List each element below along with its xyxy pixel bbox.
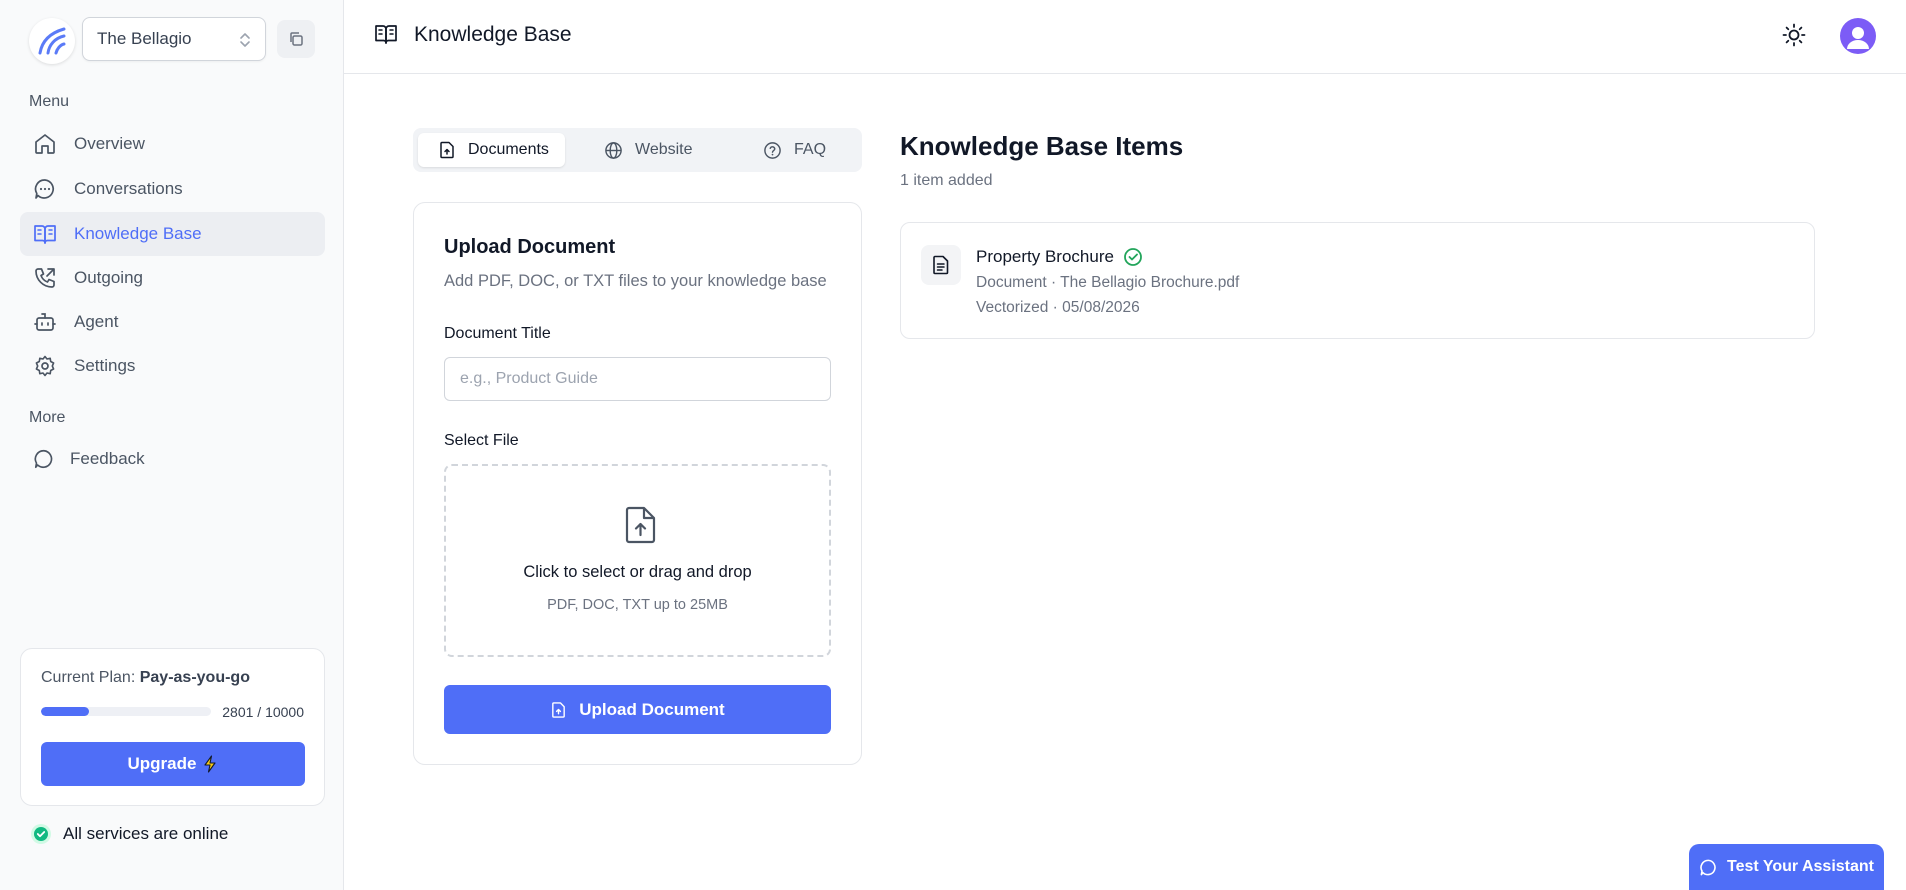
test-assistant-button[interactable]: Test Your Assistant — [1689, 844, 1884, 890]
user-icon — [1847, 27, 1869, 49]
gear-icon — [33, 354, 57, 378]
document-icon — [921, 245, 961, 285]
help-circle-icon — [764, 141, 781, 159]
globe-icon — [605, 141, 622, 159]
document-title-input[interactable] — [444, 357, 831, 401]
tab-label: Website — [635, 141, 693, 158]
check-circle-icon — [1124, 248, 1142, 266]
tab-documents[interactable]: Documents — [418, 133, 565, 167]
dropzone-instruction: Click to select or drag and drop — [523, 563, 752, 581]
file-upload-icon — [552, 701, 566, 718]
top-header: Knowledge Base — [344, 0, 1906, 74]
sidebar-item-label: Settings — [74, 356, 136, 375]
sidebar-item-label: Conversations — [74, 179, 183, 198]
page-title: Knowledge Base — [414, 23, 572, 46]
item-status: Vectorized · 05/08/2026 — [976, 299, 1140, 316]
chevron-up-down-icon — [240, 33, 250, 47]
sidebar-item-outgoing[interactable]: Outgoing — [20, 256, 325, 300]
dropzone-hint: PDF, DOC, TXT up to 25MB — [547, 597, 728, 613]
sidebar-item-label: Outgoing — [74, 268, 143, 287]
sidebar-item-knowledge-base[interactable]: Knowledge Base — [20, 212, 325, 256]
test-assistant-label: Test Your Assistant — [1727, 858, 1874, 875]
upload-card-subtitle: Add PDF, DOC, or TXT files to your knowl… — [444, 272, 827, 290]
message-circle-icon — [32, 447, 56, 471]
services-status: All services are online — [31, 824, 228, 844]
upload-document-button[interactable]: Upload Document — [444, 685, 831, 734]
chat-bubble-icon — [33, 177, 57, 201]
usage-progress-fill — [41, 707, 89, 716]
sidebar-item-label: Feedback — [70, 449, 145, 468]
item-source: Document · The Bellagio Brochure.pdf — [976, 274, 1240, 291]
current-plan-text: Current Plan: Pay-as-you-go — [41, 669, 250, 687]
upgrade-button[interactable]: Upgrade — [41, 742, 305, 786]
sidebar-item-overview[interactable]: Overview — [20, 122, 325, 166]
tab-label: Documents — [468, 141, 549, 158]
file-upload-icon — [625, 506, 656, 544]
file-upload-icon — [440, 141, 454, 159]
status-text: All services are online — [63, 824, 229, 843]
book-icon — [33, 222, 57, 246]
document-title-label: Document Title — [444, 325, 551, 342]
usage-count: 2801 / 10000 — [222, 704, 304, 720]
sidebar-item-label: Agent — [74, 312, 119, 331]
copy-icon — [290, 32, 303, 46]
upload-button-label: Upload Document — [579, 699, 725, 719]
select-file-label: Select File — [444, 432, 519, 449]
file-dropzone[interactable]: Click to select or drag and drop PDF, DO… — [444, 464, 831, 657]
items-section-title: Knowledge Base Items — [900, 131, 1184, 161]
usage-progress-bar — [41, 707, 211, 716]
sidebar-item-agent[interactable]: Agent — [20, 300, 325, 344]
sidebar-item-feedback[interactable]: Feedback — [20, 437, 325, 481]
sun-icon[interactable] — [1781, 22, 1807, 48]
more-section-label: More — [29, 409, 66, 426]
org-selector[interactable]: The Bellagio — [82, 17, 266, 61]
tab-faq[interactable]: FAQ — [713, 133, 857, 167]
upload-card-title: Upload Document — [444, 236, 616, 258]
tab-website[interactable]: Website — [568, 133, 715, 167]
org-name: The Bellagio — [97, 29, 192, 48]
home-icon — [33, 132, 57, 156]
items-count: 1 item added — [900, 172, 993, 189]
item-name: Property Brochure — [976, 247, 1143, 267]
source-tabs: Documents Website FAQ — [413, 128, 862, 172]
sidebar-item-label: Overview — [74, 134, 145, 153]
app-logo[interactable] — [29, 18, 75, 64]
book-icon — [375, 25, 397, 44]
sidebar-item-conversations[interactable]: Conversations — [20, 167, 325, 211]
logo-icon — [38, 27, 66, 55]
sidebar-item-settings[interactable]: Settings — [20, 344, 325, 388]
tab-label: FAQ — [794, 141, 827, 158]
status-check-icon — [31, 824, 51, 844]
avatar[interactable] — [1840, 18, 1876, 54]
item-title: Property Brochure — [976, 247, 1114, 266]
knowledge-item-card[interactable]: Property Brochure Document · The Bellagi… — [900, 222, 1815, 339]
upload-document-card: Upload Document Add PDF, DOC, or TXT fil… — [413, 202, 862, 765]
menu-section-label: Menu — [29, 93, 70, 110]
plan-card: Current Plan: Pay-as-you-go 2801 / 10000… — [20, 648, 325, 806]
lightning-icon — [204, 755, 217, 773]
upgrade-label: Upgrade — [127, 754, 197, 773]
sidebar: The Bellagio Menu Overview Conversations… — [0, 0, 344, 890]
plan-name: Pay-as-you-go — [139, 669, 250, 686]
message-circle-icon — [1700, 859, 1716, 875]
bot-icon — [33, 310, 57, 334]
sidebar-item-label: Knowledge Base — [74, 224, 202, 243]
plan-prefix: Current Plan: — [41, 669, 140, 686]
phone-outgoing-icon — [33, 266, 57, 290]
copy-button[interactable] — [277, 20, 315, 58]
